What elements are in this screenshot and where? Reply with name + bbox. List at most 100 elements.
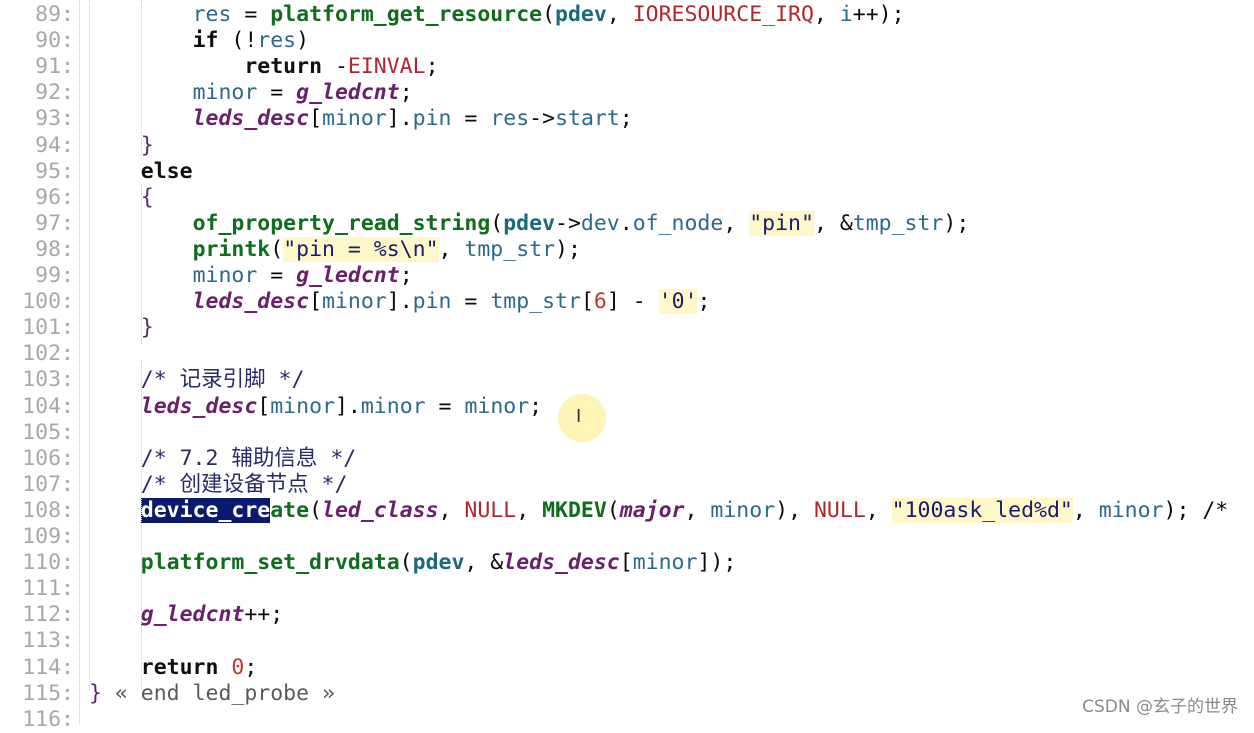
code-token: "pin" <box>749 210 814 236</box>
code-token: . <box>619 210 633 236</box>
code-token: [ <box>309 106 323 132</box>
code-text[interactable]: of_property_read_string(pdev->dev.of_nod… <box>89 210 970 237</box>
code-token: , <box>516 497 543 523</box>
indent-guide <box>141 0 142 156</box>
code-token: ]. <box>386 106 413 132</box>
code-line[interactable]: 98: printk("pin = %s\n", tmp_str); <box>0 236 1254 263</box>
code-line[interactable]: 113: <box>0 628 1254 654</box>
code-token: ( <box>542 2 556 27</box>
code-line[interactable]: 92: minor = g_ledcnt; <box>0 80 1254 106</box>
code-line[interactable]: 104: leds_desc[minor].minor = minor; <box>0 394 1254 420</box>
code-line[interactable]: 103: /* 记录引脚 */ <box>0 367 1254 393</box>
code-text[interactable]: /* 创建设备节点 */ <box>89 471 348 498</box>
code-token: } <box>89 680 102 706</box>
code-token: tmp_str <box>852 210 944 236</box>
code-line[interactable]: 101: } <box>0 315 1254 341</box>
code-token: res <box>257 28 297 54</box>
code-text[interactable]: res = platform_get_resource(pdev, IORESO… <box>89 2 905 28</box>
code-token: tmp_str <box>490 289 581 315</box>
code-token: g_ledcnt <box>296 80 400 106</box>
code-token: -> <box>529 106 556 132</box>
code-text[interactable]: { <box>89 185 154 211</box>
code-token: = <box>231 2 271 27</box>
line-number: 107: <box>22 471 74 497</box>
code-text[interactable]: g_ledcnt++; <box>89 602 283 628</box>
code-line[interactable]: 91: return -EINVAL; <box>0 54 1254 80</box>
code-line[interactable]: 110: platform_set_drvdata(pdev, &leds_de… <box>0 550 1254 576</box>
code-line[interactable]: 111: <box>0 576 1254 602</box>
code-text[interactable]: printk("pin = %s\n", tmp_str); <box>89 236 581 263</box>
code-line[interactable]: 94: } <box>0 133 1254 159</box>
line-number: 101: <box>22 315 74 341</box>
code-token: pdev <box>412 550 465 576</box>
code-token: = <box>257 263 297 288</box>
code-text[interactable]: minor = g_ledcnt; <box>89 80 413 106</box>
code-text[interactable]: leds_desc[minor].minor = minor; <box>89 394 542 420</box>
code-token: = <box>425 393 465 419</box>
code-token: [ <box>309 289 323 315</box>
code-line[interactable]: 102: <box>0 341 1254 367</box>
code-editor[interactable]: 89: res = platform_get_resource(pdev, IO… <box>0 0 1254 732</box>
code-line[interactable]: 107: /* 创建设备节点 */ <box>0 472 1254 498</box>
code-token: , <box>723 210 750 236</box>
code-token: 0 <box>231 654 245 680</box>
code-text[interactable]: if (!res) <box>89 28 310 54</box>
code-token: ), <box>775 497 814 523</box>
code-line[interactable]: 90: if (!res) <box>0 28 1254 54</box>
code-text[interactable]: platform_set_drvdata(pdev, &leds_desc[mi… <box>89 550 737 576</box>
code-token: ; <box>244 654 258 680</box>
code-text[interactable]: leds_desc[minor].pin = res->start; <box>89 106 633 132</box>
code-token: minor <box>322 289 387 315</box>
code-text[interactable]: } « end led_probe » <box>89 681 335 707</box>
code-token: minor <box>1098 497 1164 523</box>
indent-guide <box>141 184 142 344</box>
code-token: ); <box>943 210 970 236</box>
code-line[interactable]: 108: device_create(led_class, NULL, MKDE… <box>0 497 1254 524</box>
code-line[interactable]: 106: /* 7.2 辅助信息 */ <box>0 446 1254 472</box>
code-line[interactable]: 99: minor = g_ledcnt; <box>0 263 1254 289</box>
code-token: leds_desc <box>140 393 258 419</box>
code-token: ; <box>425 54 439 80</box>
line-number: 114: <box>22 654 74 680</box>
code-token: IORESOURCE_IRQ <box>632 2 814 27</box>
code-line[interactable]: 97: of_property_read_string(pdev->dev.of… <box>0 210 1254 237</box>
code-line[interactable]: 95: else <box>0 159 1254 185</box>
code-token: } <box>140 132 154 158</box>
code-text[interactable]: /* 7.2 辅助信息 */ <box>89 446 356 472</box>
line-number: 94: <box>35 132 74 158</box>
code-line[interactable]: 100: leds_desc[minor].pin = tmp_str[6] -… <box>0 289 1254 315</box>
code-text[interactable]: leds_desc[minor].pin = tmp_str[6] - '0'; <box>89 289 710 315</box>
code-token: « end led_probe » <box>101 680 335 706</box>
code-text[interactable]: } <box>89 315 154 341</box>
watermark: CSDN @玄子的世界 <box>1082 697 1238 717</box>
code-line[interactable]: 105: <box>0 420 1254 446</box>
code-line[interactable]: 96: { <box>0 185 1254 211</box>
code-text[interactable]: /* 记录引脚 */ <box>89 367 305 393</box>
code-text[interactable]: return 0; <box>89 654 258 681</box>
code-line[interactable]: 112: g_ledcnt++; <box>0 602 1254 628</box>
code-token: leds_desc <box>192 289 310 315</box>
code-line[interactable]: 114: return 0; <box>0 655 1254 681</box>
code-token: pin <box>412 289 452 315</box>
code-text[interactable]: minor = g_ledcnt; <box>89 263 413 289</box>
code-line[interactable]: 115:} « end led_probe » <box>0 681 1254 707</box>
code-text[interactable]: } <box>89 133 154 159</box>
code-token: ate <box>270 497 310 523</box>
line-number: 106: <box>22 445 74 471</box>
code-line[interactable]: 109: <box>0 524 1254 550</box>
code-token: NULL <box>464 497 517 523</box>
code-token: led_class <box>322 497 439 523</box>
code-line[interactable]: 116: <box>0 707 1254 733</box>
line-number: 97: <box>35 210 74 236</box>
code-token: ); <box>555 236 581 262</box>
code-token: EINVAL <box>347 54 426 80</box>
code-text[interactable]: device_create(led_class, NULL, MKDEV(maj… <box>89 497 1228 524</box>
code-token: NULL <box>813 497 866 523</box>
code-line[interactable]: 93: leds_desc[minor].pin = res->start; <box>0 106 1254 132</box>
code-token: ++); <box>852 2 905 27</box>
line-number: 105: <box>22 419 74 445</box>
code-text[interactable]: else <box>89 159 193 185</box>
code-line[interactable]: 89: res = platform_get_resource(pdev, IO… <box>0 2 1254 28</box>
code-token: /* 创建设备节点 */ <box>140 471 348 497</box>
